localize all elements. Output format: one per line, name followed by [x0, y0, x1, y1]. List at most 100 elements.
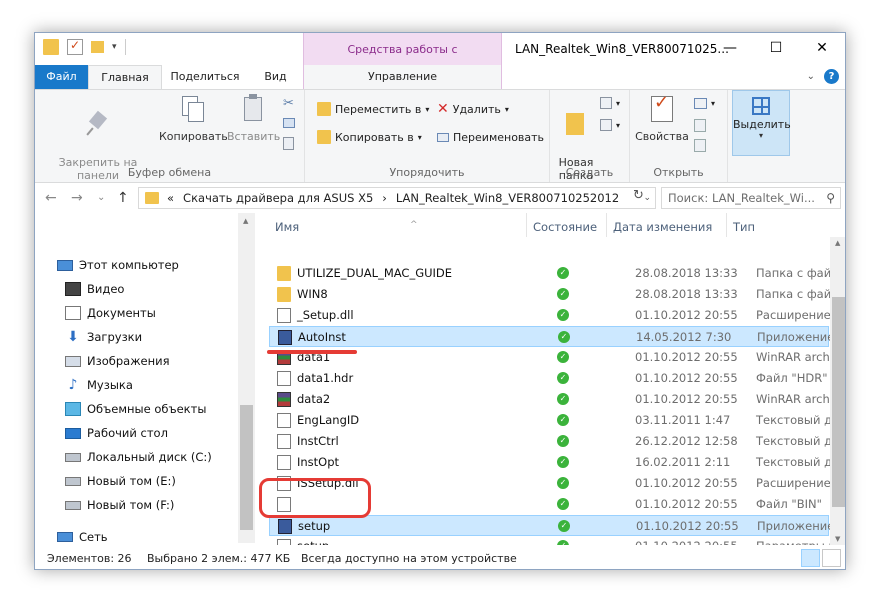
- copy-folder-icon: [317, 130, 331, 144]
- easy-access-icon: [600, 119, 612, 131]
- table-row[interactable]: data2 ✓ 01.10.2012 20:55 WinRAR archive: [269, 389, 845, 410]
- new-folder-qat-icon[interactable]: [91, 41, 104, 53]
- scroll-up-icon[interactable]: ▲: [243, 217, 248, 225]
- drive-icon: [65, 476, 81, 486]
- recent-dropdown-icon[interactable]: ⌄: [97, 192, 105, 203]
- forward-arrow-icon[interactable]: →: [71, 190, 83, 206]
- pin-quick-access-button[interactable]: Закрепить на панели быстрого доступа: [39, 94, 157, 195]
- edit-button[interactable]: [694, 114, 706, 136]
- rename-button[interactable]: Переименовать: [437, 126, 544, 148]
- synced-status-icon: ✓: [557, 393, 569, 405]
- document-icon: [277, 413, 291, 428]
- nav-video[interactable]: Видео: [65, 279, 124, 299]
- tab-home[interactable]: Главная: [88, 65, 162, 89]
- table-row[interactable]: EngLangID✓03.11.2011 1:47Текстовый докум: [269, 410, 845, 431]
- table-row[interactable]: UTILIZE_DUAL_MAC_GUIDE ✓ 28.08.2018 13:33 П…: [269, 263, 845, 284]
- table-row[interactable]: setup ✓ 01.10.2012 20:55 Приложение: [269, 515, 834, 536]
- paste-shortcut-button[interactable]: [283, 132, 294, 154]
- file-name: UTILIZE_DUAL_MAC_GUIDE: [297, 266, 453, 280]
- refresh-icon[interactable]: ↻: [633, 188, 644, 203]
- folder-icon: [43, 39, 59, 55]
- column-status[interactable]: Состояние: [527, 213, 607, 237]
- new-item-button[interactable]: ▾: [600, 92, 620, 114]
- documents-icon: [65, 306, 81, 320]
- list-scroll-thumb[interactable]: [832, 297, 845, 507]
- properties-button[interactable]: ✓ Свойства: [634, 94, 690, 144]
- scroll-up-icon[interactable]: ▲: [835, 239, 840, 247]
- breadcrumb-parent[interactable]: Скачать драйвера для ASUS X5: [183, 191, 373, 205]
- copy-to-button[interactable]: Копировать в ▾: [317, 126, 422, 148]
- nav-drive-e[interactable]: Новый том (E:): [65, 471, 176, 491]
- properties-qat-icon[interactable]: ✓: [67, 38, 83, 55]
- column-date[interactable]: Дата изменения: [607, 213, 727, 237]
- help-icon[interactable]: ?: [824, 69, 839, 84]
- synced-status-icon: ✓: [557, 267, 569, 279]
- list-scrollbar[interactable]: ▲ ▼: [830, 237, 845, 545]
- open-group: ✓ Свойства ▾ Открыть: [630, 90, 728, 182]
- file-date: 01.10.2012 20:55: [636, 519, 739, 533]
- new-group: Новая папка ▾ ▾ Создать: [550, 90, 630, 182]
- nav-downloads[interactable]: ⬇ Загрузки: [65, 327, 142, 347]
- breadcrumb-separator[interactable]: ›: [382, 191, 387, 205]
- ribbon: Закрепить на панели быстрого доступа Коп…: [35, 89, 845, 195]
- title-bar: ✓ ▾ Средства работы с приложениями LAN_R…: [35, 33, 845, 89]
- nav-3d-objects[interactable]: Объемные объекты: [65, 399, 206, 419]
- search-input[interactable]: Поиск: LAN_Realtek_Wi... ⚲: [661, 187, 841, 209]
- move-to-button[interactable]: Переместить в ▾: [317, 98, 429, 120]
- nav-network[interactable]: Сеть: [57, 527, 108, 547]
- qat-dropdown-icon[interactable]: ▾: [112, 42, 117, 52]
- nav-scroll-thumb[interactable]: [240, 405, 253, 530]
- maximize-button[interactable]: ☐: [753, 33, 799, 63]
- nav-music[interactable]: ♪ Музыка: [65, 375, 133, 395]
- nav-label: Видео: [87, 282, 125, 296]
- tab-view[interactable]: Вид: [248, 65, 303, 89]
- cut-button[interactable]: ✂: [283, 92, 294, 114]
- close-button[interactable]: ✕: [799, 33, 845, 63]
- easy-access-button[interactable]: ▾: [600, 114, 620, 136]
- tab-file[interactable]: Файл: [35, 65, 88, 89]
- nav-drive-c[interactable]: Локальный диск (C:): [65, 447, 212, 467]
- open-icon: [694, 97, 707, 109]
- table-row[interactable]: InstOpt✓16.02.2011 2:11Текстовый докум: [269, 452, 845, 473]
- table-row[interactable]: WIN8✓28.08.2018 13:33Папка с файлами: [269, 284, 845, 305]
- paste-button[interactable]: Вставить: [227, 94, 280, 143]
- file-name: data2: [297, 392, 331, 406]
- up-arrow-icon[interactable]: ↑: [117, 190, 129, 206]
- tab-share[interactable]: Поделиться: [162, 65, 248, 89]
- copy-path-button[interactable]: [283, 112, 295, 134]
- tab-manage[interactable]: Управление: [303, 65, 502, 89]
- breadcrumb-current[interactable]: LAN_Realtek_Win8_VER800710252012: [396, 191, 619, 205]
- nav-drive-f[interactable]: Новый том (F:): [65, 495, 174, 515]
- context-tab-header: Средства работы с приложениями: [303, 33, 502, 89]
- history-button[interactable]: [694, 134, 706, 156]
- table-row[interactable]: AutoInst ✓ 14.05.2012 7:30 Приложение: [269, 326, 834, 347]
- select-button[interactable]: Выделить ▾: [732, 90, 791, 156]
- delete-button[interactable]: ✕ Удалить ▾: [437, 98, 509, 120]
- table-row[interactable]: InstCtrl✓26.12.2012 12:58Текстовый докум: [269, 431, 845, 452]
- address-dropdown-icon[interactable]: ⌄: [643, 193, 651, 203]
- nav-label: Рабочий стол: [87, 426, 168, 440]
- minimize-button[interactable]: —: [707, 33, 753, 63]
- scroll-down-icon[interactable]: ▼: [835, 535, 840, 543]
- nav-desktop[interactable]: Рабочий стол: [65, 423, 168, 443]
- navigation-pane: Этот компьютер Видео Документы ⬇ Загрузк…: [35, 213, 255, 545]
- copy-button[interactable]: Копировать: [159, 94, 228, 143]
- table-row[interactable]: data1.hdr ✓ 01.10.2012 20:55 Файл "HDR": [269, 368, 829, 389]
- synced-status-icon: ✓: [557, 456, 569, 468]
- chevron-down-icon[interactable]: ⌄: [807, 71, 815, 82]
- nav-scrollbar[interactable]: ▲: [238, 213, 255, 543]
- large-icons-view-icon[interactable]: [822, 549, 841, 567]
- table-row[interactable]: _Setup.dll✓01.10.2012 20:55Расширение пр…: [269, 305, 845, 326]
- nav-this-pc[interactable]: Этот компьютер: [57, 255, 179, 275]
- breadcrumb-overflow[interactable]: «: [167, 191, 174, 205]
- open-button[interactable]: ▾: [694, 92, 715, 114]
- status-availability: Всегда доступно на этом устройстве: [301, 552, 517, 565]
- back-arrow-icon[interactable]: ←: [45, 190, 57, 206]
- address-field[interactable]: « Скачать драйвера для ASUS X5 › LAN_Rea…: [138, 187, 656, 209]
- nav-documents[interactable]: Документы: [65, 303, 156, 323]
- column-name[interactable]: Имя ^: [269, 213, 527, 237]
- details-view-icon[interactable]: [801, 549, 820, 567]
- nav-images[interactable]: Изображения: [65, 351, 170, 371]
- file-name: InstOpt: [297, 455, 340, 469]
- column-type[interactable]: Тип: [727, 213, 830, 237]
